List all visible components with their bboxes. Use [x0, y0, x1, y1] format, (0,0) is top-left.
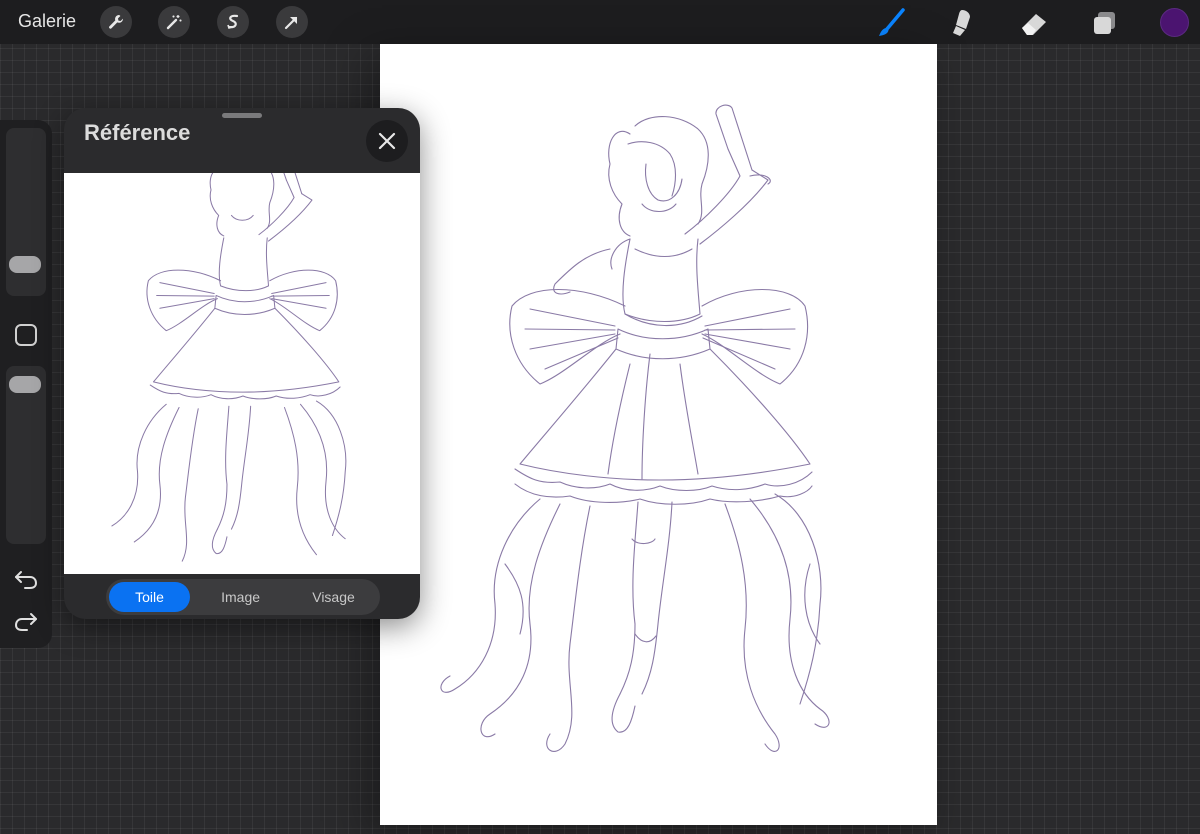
- panel-title: Référence: [84, 120, 191, 145]
- sketch-drawing: [440, 104, 830, 752]
- tab-image[interactable]: Image: [194, 582, 287, 612]
- opacity-slider[interactable]: [6, 366, 46, 544]
- tab-toile[interactable]: Toile: [109, 582, 191, 612]
- reference-sketch: [111, 173, 347, 562]
- brush-icon[interactable]: [874, 6, 908, 40]
- square-icon[interactable]: [15, 324, 37, 346]
- eraser-icon[interactable]: [1017, 6, 1051, 40]
- wrench-icon[interactable]: [100, 6, 132, 38]
- brush-size-thumb[interactable]: [9, 256, 41, 273]
- opacity-thumb[interactable]: [9, 376, 41, 393]
- reference-preview: [64, 173, 420, 574]
- reference-panel[interactable]: Référence Toile Image Visage: [64, 108, 420, 619]
- redo-icon[interactable]: [13, 610, 39, 632]
- color-picker-swatch[interactable]: [1160, 8, 1189, 37]
- top-toolbar: Galerie: [0, 0, 1200, 44]
- undo-icon[interactable]: [13, 568, 39, 590]
- transform-arrow-icon[interactable]: [276, 6, 308, 38]
- close-icon[interactable]: [366, 120, 408, 162]
- drawing-canvas[interactable]: [380, 44, 937, 825]
- brush-size-slider[interactable]: [6, 128, 46, 296]
- smudge-icon[interactable]: [945, 6, 979, 40]
- magic-wand-icon[interactable]: [158, 6, 190, 38]
- reference-mode-segmented-control: Toile Image Visage: [106, 579, 380, 615]
- panel-drag-handle[interactable]: [222, 113, 262, 118]
- layers-icon[interactable]: [1087, 6, 1121, 40]
- selection-icon[interactable]: [217, 6, 249, 38]
- tab-visage[interactable]: Visage: [287, 582, 380, 612]
- left-sidebar: [0, 120, 52, 648]
- gallery-button[interactable]: Galerie: [18, 11, 76, 32]
